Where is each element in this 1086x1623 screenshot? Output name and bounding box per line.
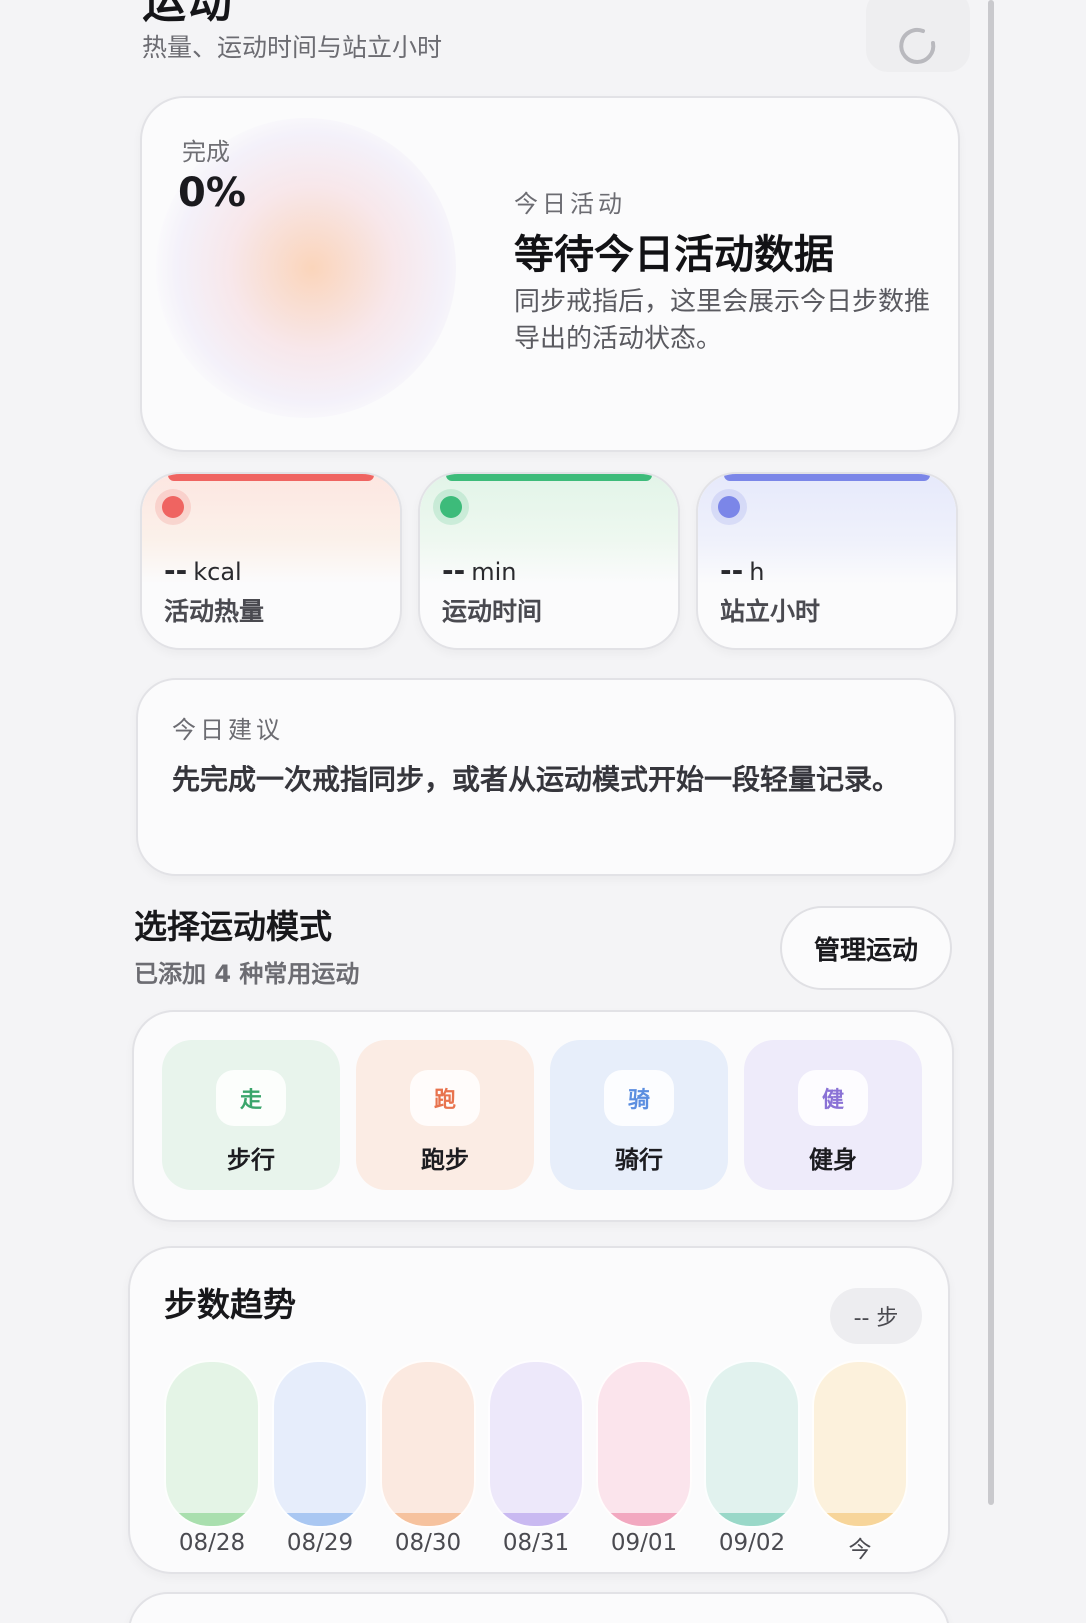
sport-modes-card: 走 步行 跑 跑步 骑 骑行 健 健身	[132, 1010, 954, 1222]
trend-day-column[interactable]: 08/29	[272, 1360, 368, 1556]
trend-bar	[812, 1360, 908, 1528]
page-subtitle: 热量、运动时间与站立小时	[142, 33, 443, 62]
page: 运动 热量、运动时间与站立小时 完成 0% 今日活动 等待今日活动数据 同步戒指…	[0, 0, 1086, 1623]
trend-bar-fill	[598, 1513, 690, 1526]
trend-day-label: 今	[848, 1537, 872, 1563]
scrollbar[interactable]	[988, 0, 994, 1505]
metric-card-calories[interactable]: -- kcal 活动热量	[140, 472, 402, 650]
modes-subtitle: 已添加 4 种常用运动	[134, 960, 360, 988]
mode-tile-run[interactable]: 跑 跑步	[356, 1040, 534, 1190]
refresh-icon	[899, 27, 936, 64]
metric-card-exercise[interactable]: -- min 运动时间	[418, 472, 680, 650]
trend-bar	[488, 1360, 584, 1528]
manage-sports-button[interactable]: 管理运动	[780, 906, 952, 990]
trend-bar-fill	[814, 1513, 906, 1526]
trend-bar-fill	[490, 1513, 582, 1526]
metric-accent-bar	[446, 474, 652, 481]
trend-bar	[596, 1360, 692, 1528]
metric-accent-bar	[724, 474, 930, 481]
run-icon: 跑	[410, 1070, 480, 1126]
mode-label: 健身	[809, 1146, 857, 1174]
trend-day-column[interactable]: 08/28	[164, 1360, 260, 1556]
calories-dot-icon	[162, 496, 184, 518]
trend-title: 步数趋势	[164, 1285, 296, 1324]
hero-description: 同步戒指后，这里会展示今日步数推导出的活动状态。	[514, 287, 931, 354]
trend-bar-fill	[166, 1513, 258, 1526]
trend-day-label: 08/28	[178, 1530, 246, 1556]
steps-trend-card: 步数趋势 -- 步 08/28 08/29 08/30 08/31 09/01 09/02…	[128, 1246, 950, 1574]
mode-label: 骑行	[615, 1146, 663, 1174]
mode-tile-cycle[interactable]: 骑 骑行	[550, 1040, 728, 1190]
page-title: 运动	[142, 0, 234, 28]
next-card	[128, 1592, 950, 1623]
today-activity-card: 完成 0% 今日活动 等待今日活动数据 同步戒指后，这里会展示今日步数推导出的活…	[140, 96, 960, 452]
trend-bar	[380, 1360, 476, 1528]
metric-value: -- min	[442, 554, 517, 587]
completion-label: 完成	[182, 138, 230, 166]
metric-label: 运动时间	[442, 597, 543, 626]
trend-day-label: 08/30	[394, 1530, 462, 1556]
hero-title: 等待今日活动数据	[514, 232, 834, 278]
hero-eyebrow: 今日活动	[514, 190, 626, 218]
refresh-button[interactable]	[866, 0, 970, 72]
steps-total-pill: -- 步	[830, 1288, 922, 1344]
trend-bar-fill	[706, 1513, 798, 1526]
trend-day-label: 09/01	[610, 1530, 678, 1556]
mode-label: 步行	[227, 1146, 275, 1174]
trend-day-column[interactable]: 08/31	[488, 1360, 584, 1556]
trend-bar	[272, 1360, 368, 1528]
trend-day-column[interactable]: 09/01	[596, 1360, 692, 1556]
modes-title: 选择运动模式	[134, 907, 332, 946]
mode-tile-fitness[interactable]: 健 健身	[744, 1040, 922, 1190]
exercise-dot-icon	[440, 496, 462, 518]
trend-day-label: 09/02	[718, 1530, 786, 1556]
completion-value: 0%	[178, 170, 246, 216]
suggestion-card: 今日建议 先完成一次戒指同步，或者从运动模式开始一段轻量记录。	[136, 678, 956, 876]
metric-label: 活动热量	[164, 597, 265, 626]
suggestion-eyebrow: 今日建议	[172, 716, 284, 744]
trend-bar-fill	[274, 1513, 366, 1526]
metric-accent-bar	[168, 474, 374, 481]
metric-value: -- kcal	[164, 554, 242, 587]
walk-icon: 走	[216, 1070, 286, 1126]
trend-bar-fill	[382, 1513, 474, 1526]
metric-value: -- h	[720, 554, 765, 587]
mode-tile-walk[interactable]: 走 步行	[162, 1040, 340, 1190]
metric-card-stand[interactable]: -- h 站立小时	[696, 472, 958, 650]
trend-day-column[interactable]: 今	[812, 1360, 908, 1564]
trend-day-label: 08/29	[286, 1530, 354, 1556]
trend-day-label: 08/31	[502, 1530, 570, 1556]
trend-bar	[704, 1360, 800, 1528]
stand-dot-icon	[718, 496, 740, 518]
trend-bar	[164, 1360, 260, 1528]
fitness-icon: 健	[798, 1070, 868, 1126]
mode-label: 跑步	[421, 1146, 469, 1174]
cycle-icon: 骑	[604, 1070, 674, 1126]
trend-day-column[interactable]: 08/30	[380, 1360, 476, 1556]
metric-label: 站立小时	[720, 597, 821, 626]
suggestion-text: 先完成一次戒指同步，或者从运动模式开始一段轻量记录。	[172, 763, 901, 796]
trend-day-column[interactable]: 09/02	[704, 1360, 800, 1556]
